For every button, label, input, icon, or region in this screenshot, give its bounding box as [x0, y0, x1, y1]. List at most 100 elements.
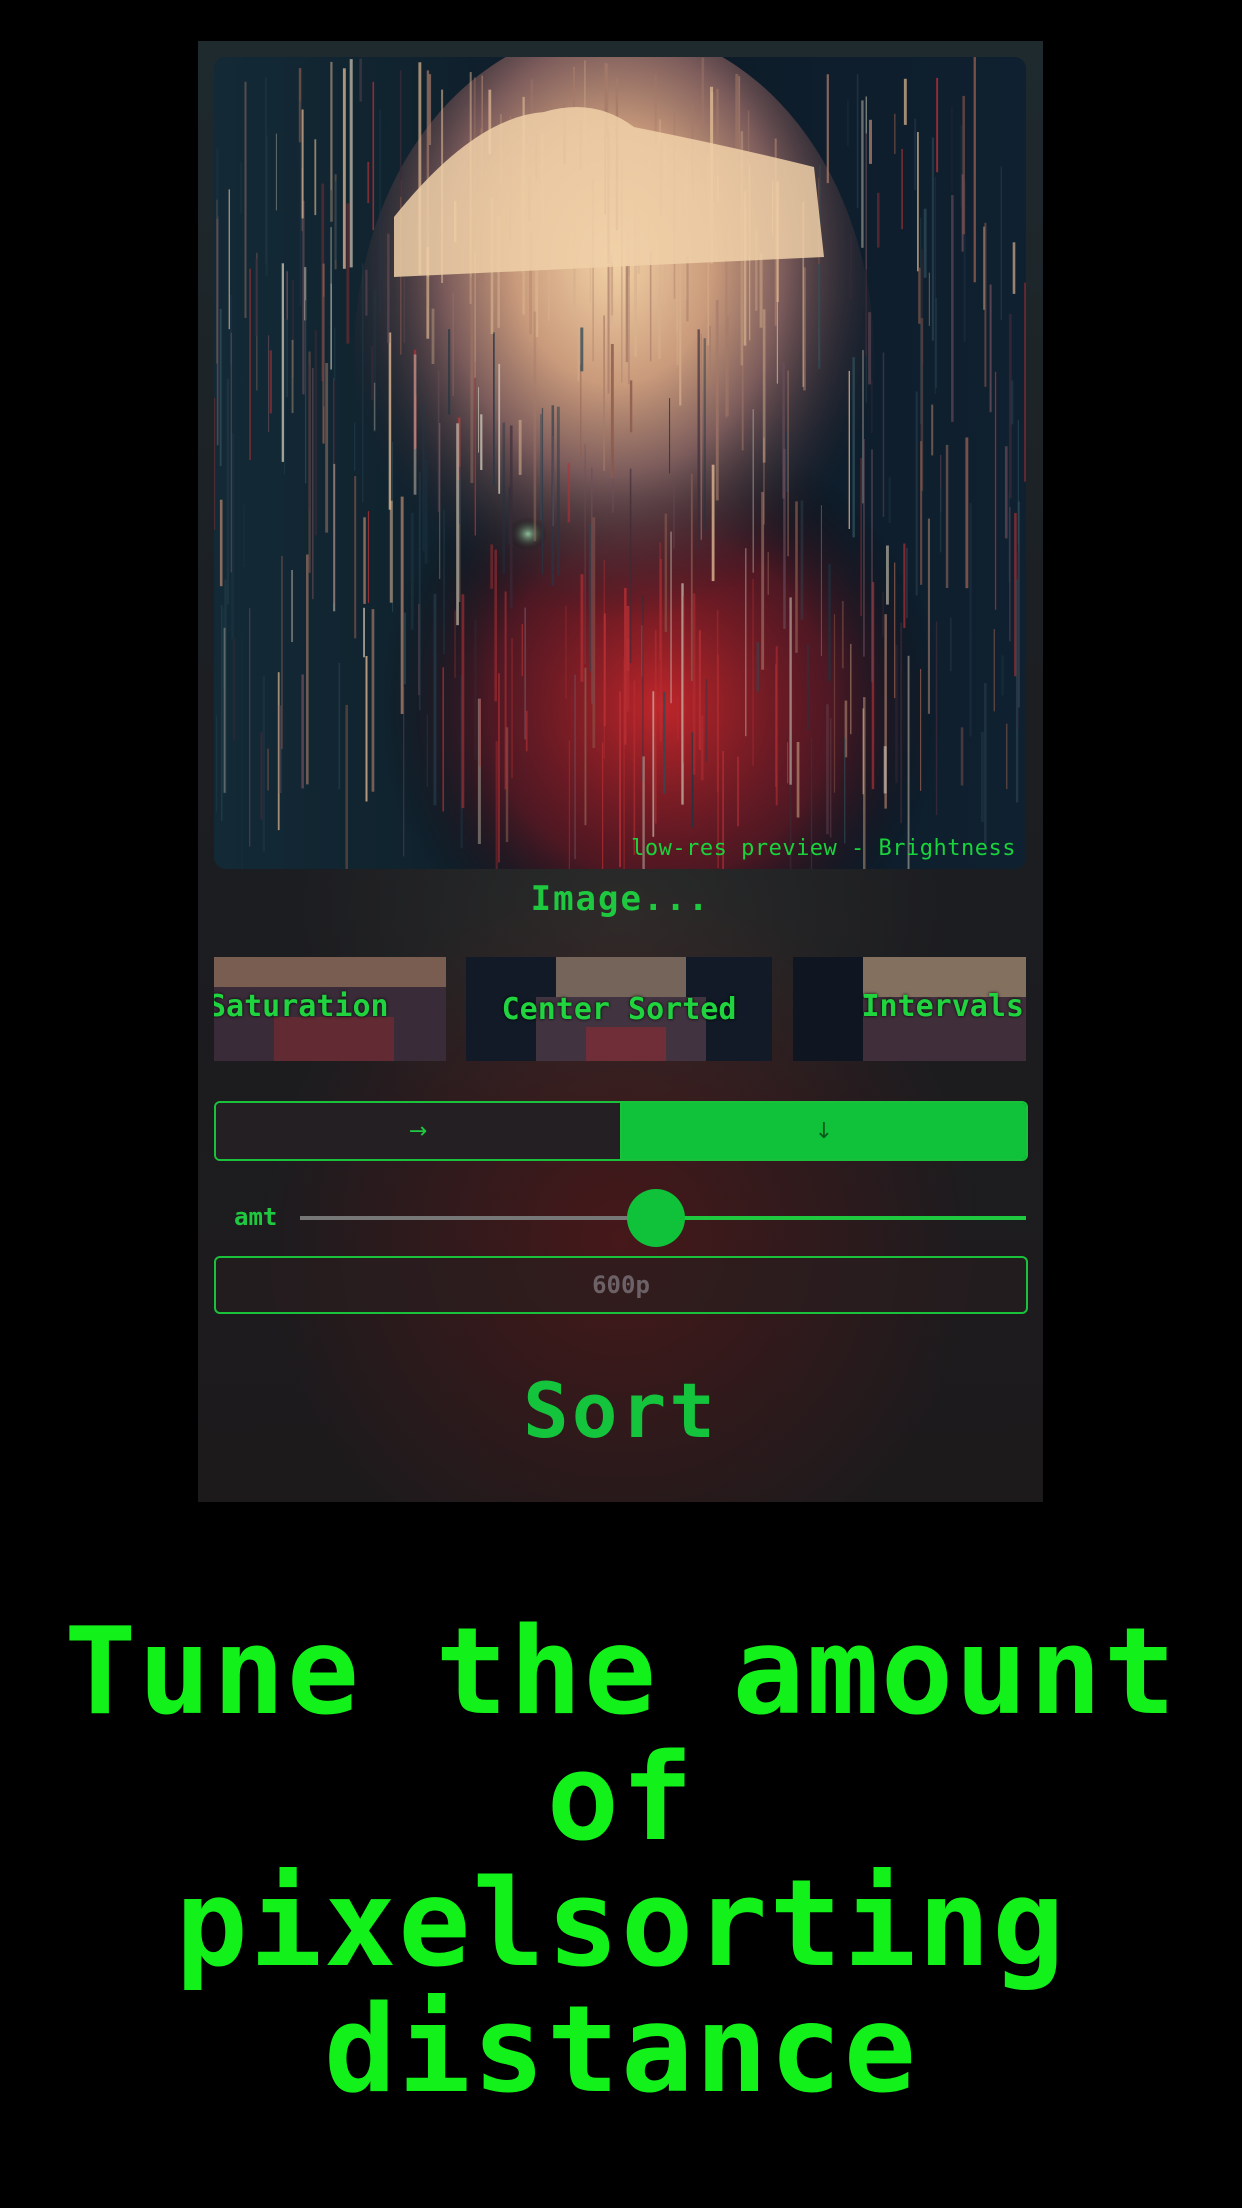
- pixel-streak: [433, 593, 437, 806]
- pixel-streak: [524, 607, 526, 740]
- pixel-streak: [389, 500, 393, 603]
- pixel-streak: [945, 444, 949, 588]
- pixel-streak: [927, 518, 930, 714]
- mode-intervals[interactable]: Intervals: [793, 957, 1026, 1061]
- pixel-streak: [826, 74, 829, 184]
- pixel-streak: [584, 667, 587, 826]
- pixel-streak: [683, 596, 685, 763]
- distance-input[interactable]: [216, 1257, 1026, 1313]
- pixel-streak: [260, 732, 263, 820]
- pixel-streak: [1009, 507, 1011, 642]
- pixel-streak: [267, 748, 269, 791]
- pixel-streak: [362, 263, 364, 503]
- pixel-streak: [456, 423, 459, 626]
- amount-slider-thumb[interactable]: [626, 1189, 685, 1247]
- pixel-streak: [387, 233, 390, 344]
- mode-center-sorted[interactable]: Center Sorted: [466, 957, 772, 1061]
- pixel-streak: [283, 318, 285, 475]
- pixel-streak: [323, 296, 325, 407]
- pixel-streak: [241, 640, 243, 869]
- pixel-streak: [1010, 380, 1014, 425]
- pixel-streak: [960, 727, 964, 786]
- pixel-streak: [654, 630, 657, 824]
- pixel-streak: [626, 606, 630, 671]
- pixel-streak: [841, 601, 844, 669]
- pixel-streak: [969, 503, 972, 737]
- pixel-streak: [228, 189, 230, 330]
- pixel-streak: [700, 333, 702, 540]
- image-picker-button[interactable]: Image...: [198, 879, 1043, 919]
- pixel-streak: [882, 591, 884, 637]
- pixel-streak: [230, 332, 232, 573]
- pixel-streak: [574, 674, 576, 860]
- pixel-streak: [219, 308, 222, 467]
- amount-label: amt: [234, 1203, 278, 1231]
- pixel-streak: [914, 118, 917, 191]
- pixel-streak: [314, 139, 317, 216]
- pixel-streak: [871, 449, 873, 682]
- pixel-streak: [603, 315, 605, 471]
- pixel-streak: [715, 300, 719, 501]
- pixel-streak: [806, 644, 809, 731]
- pixel-streak: [820, 505, 822, 657]
- pixel-streak: [480, 414, 483, 470]
- pixel-streak: [371, 609, 375, 792]
- pixel-streak: [670, 531, 672, 704]
- direction-horizontal-button[interactable]: →: [216, 1103, 622, 1159]
- pixel-streak: [367, 511, 370, 603]
- pixel-streak: [216, 216, 219, 446]
- pixel-streak: [518, 419, 522, 475]
- pixel-streak: [403, 277, 405, 344]
- pixel-streak: [552, 436, 554, 527]
- pixel-streak: [262, 675, 265, 852]
- pixel-streak: [591, 467, 593, 704]
- image-preview[interactable]: low-res preview - Brightness: [214, 57, 1026, 869]
- pixel-streak: [789, 597, 792, 785]
- pixel-streak: [847, 100, 849, 147]
- pixel-streak: [458, 466, 462, 524]
- pixel-streak: [573, 66, 575, 113]
- pixel-streak: [371, 345, 374, 400]
- pixel-streak: [782, 362, 785, 499]
- pixel-streak: [410, 512, 414, 630]
- pixel-streak: [965, 437, 969, 589]
- pixel-streak: [981, 732, 984, 822]
- pixel-streak: [413, 354, 417, 495]
- pixel-streak: [335, 181, 337, 260]
- pixel-streak: [787, 742, 789, 784]
- pixel-streak: [856, 74, 859, 209]
- pixel-streak: [920, 669, 922, 791]
- promo-caption: Tune the amount of pixelsorting distance: [0, 1610, 1242, 2114]
- pixel-streak: [882, 352, 885, 517]
- pixel-streak: [504, 591, 507, 790]
- pixel-streak: [659, 559, 663, 742]
- mode-saturation[interactable]: Saturation: [214, 957, 446, 1061]
- pixel-streak: [697, 329, 700, 550]
- pixel-streak: [936, 77, 939, 173]
- sort-mode-carousel[interactable]: Saturation Center Sorted Intervals: [214, 957, 1026, 1061]
- pixel-streak: [359, 58, 362, 102]
- pixel-streak: [354, 476, 357, 639]
- pixel-streak: [658, 288, 661, 359]
- pixel-streak: [584, 444, 586, 665]
- pixel-streak: [495, 741, 498, 869]
- pixel-streak: [232, 638, 236, 741]
- pixel-streak: [962, 95, 965, 235]
- direction-toggle[interactable]: → ↓: [214, 1101, 1028, 1161]
- pixel-streak: [1024, 282, 1026, 482]
- amount-slider-track[interactable]: [300, 1189, 1026, 1247]
- pixel-streak: [888, 477, 891, 524]
- direction-vertical-button[interactable]: ↓: [622, 1103, 1026, 1159]
- pixel-streak: [931, 404, 934, 456]
- pixel-streak: [865, 133, 868, 356]
- pixel-streak: [663, 691, 666, 794]
- sort-button[interactable]: Sort: [198, 1366, 1043, 1455]
- amount-slider-fill: [655, 1216, 1026, 1220]
- caption-line: pixelsorting: [175, 1855, 1067, 1994]
- pixel-streak: [920, 318, 924, 491]
- pixel-streak: [372, 81, 375, 231]
- pixel-streak: [625, 265, 629, 363]
- pixel-streak: [917, 132, 919, 272]
- mode-label: Center Sorted: [501, 991, 737, 1027]
- pixel-streak: [388, 332, 392, 510]
